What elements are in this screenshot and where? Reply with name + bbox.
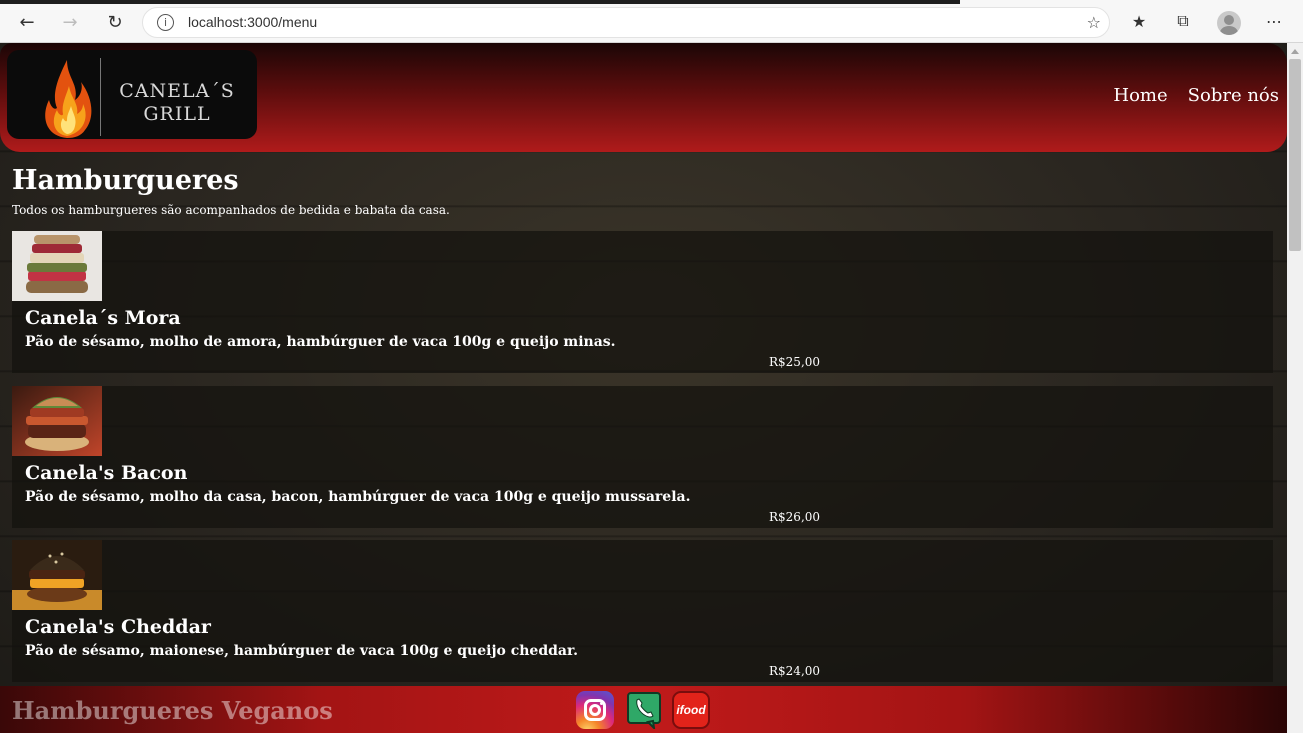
item-name: Canela's Bacon: [25, 462, 188, 484]
refresh-icon[interactable]: ↻: [101, 8, 129, 36]
item-name: Canela's Cheddar: [25, 616, 211, 638]
item-description: Pão de sésamo, maionese, hambúrguer de v…: [25, 643, 578, 659]
info-icon[interactable]: i: [157, 14, 174, 31]
flame-icon: [45, 60, 92, 138]
favorites-icon[interactable]: ★: [1127, 9, 1151, 33]
menu-item[interactable]: Canela's Bacon Pão de sésamo, molho da c…: [12, 386, 1273, 528]
vertical-scrollbar[interactable]: [1287, 43, 1303, 733]
burger-cheddar-image: [12, 540, 102, 610]
menu-item[interactable]: Canela's Cheddar Pão de sésamo, maionese…: [12, 540, 1273, 682]
page-viewport: CANELA´S GRILL Home Sobre nós Hamburguer…: [0, 43, 1287, 733]
nav-about-link[interactable]: Sobre nós: [1188, 85, 1279, 106]
browser-toolbar: ← → ↻ i localhost:3000/menu ☆ ★ ⧉ ⋯: [0, 0, 1303, 43]
item-price: R$24,00: [769, 664, 821, 678]
logo[interactable]: CANELA´S GRILL: [7, 50, 257, 139]
section-subtitle: Todos os hamburgueres são acompanhados d…: [12, 203, 450, 217]
ifood-icon[interactable]: ifood: [672, 691, 710, 729]
whatsapp-icon[interactable]: [626, 691, 664, 731]
tab-strip-edge-light: [960, 0, 1303, 2]
burger-mora-image: [12, 231, 102, 301]
collections-icon[interactable]: ⧉: [1171, 9, 1195, 33]
item-description: Pão de sésamo, molho da casa, bacon, ham…: [25, 489, 691, 505]
add-favorite-icon[interactable]: ☆: [1087, 13, 1101, 32]
menu-item[interactable]: Canela´s Mora Pão de sésamo, molho de am…: [12, 231, 1273, 373]
site-header: CANELA´S GRILL Home Sobre nós: [0, 43, 1287, 152]
item-price: R$25,00: [769, 355, 821, 369]
item-name: Canela´s Mora: [25, 307, 181, 329]
tab-strip-edge: [0, 0, 960, 4]
more-icon[interactable]: ⋯: [1262, 9, 1286, 33]
main-nav: Home Sobre nós: [1113, 85, 1279, 106]
nav-home-link[interactable]: Home: [1113, 85, 1167, 106]
back-icon[interactable]: ←: [13, 8, 41, 36]
url-text[interactable]: localhost:3000/menu: [188, 14, 317, 30]
logo-text: CANELA´S GRILL: [119, 80, 235, 125]
section-title: Hamburgueres: [12, 165, 239, 196]
scrollbar-thumb[interactable]: [1289, 59, 1301, 251]
profile-avatar[interactable]: [1217, 11, 1241, 35]
scroll-up-icon[interactable]: [1291, 49, 1299, 54]
instagram-icon[interactable]: [576, 691, 614, 729]
address-bar[interactable]: i localhost:3000/menu ☆: [142, 7, 1110, 38]
item-price: R$26,00: [769, 510, 821, 524]
logo-divider: [100, 58, 101, 136]
burger-bacon-image: [12, 386, 102, 456]
forward-icon[interactable]: →: [56, 8, 84, 36]
item-description: Pão de sésamo, molho de amora, hambúrgue…: [25, 334, 616, 350]
vegan-section-title: Hamburgueres Veganos: [12, 696, 333, 725]
